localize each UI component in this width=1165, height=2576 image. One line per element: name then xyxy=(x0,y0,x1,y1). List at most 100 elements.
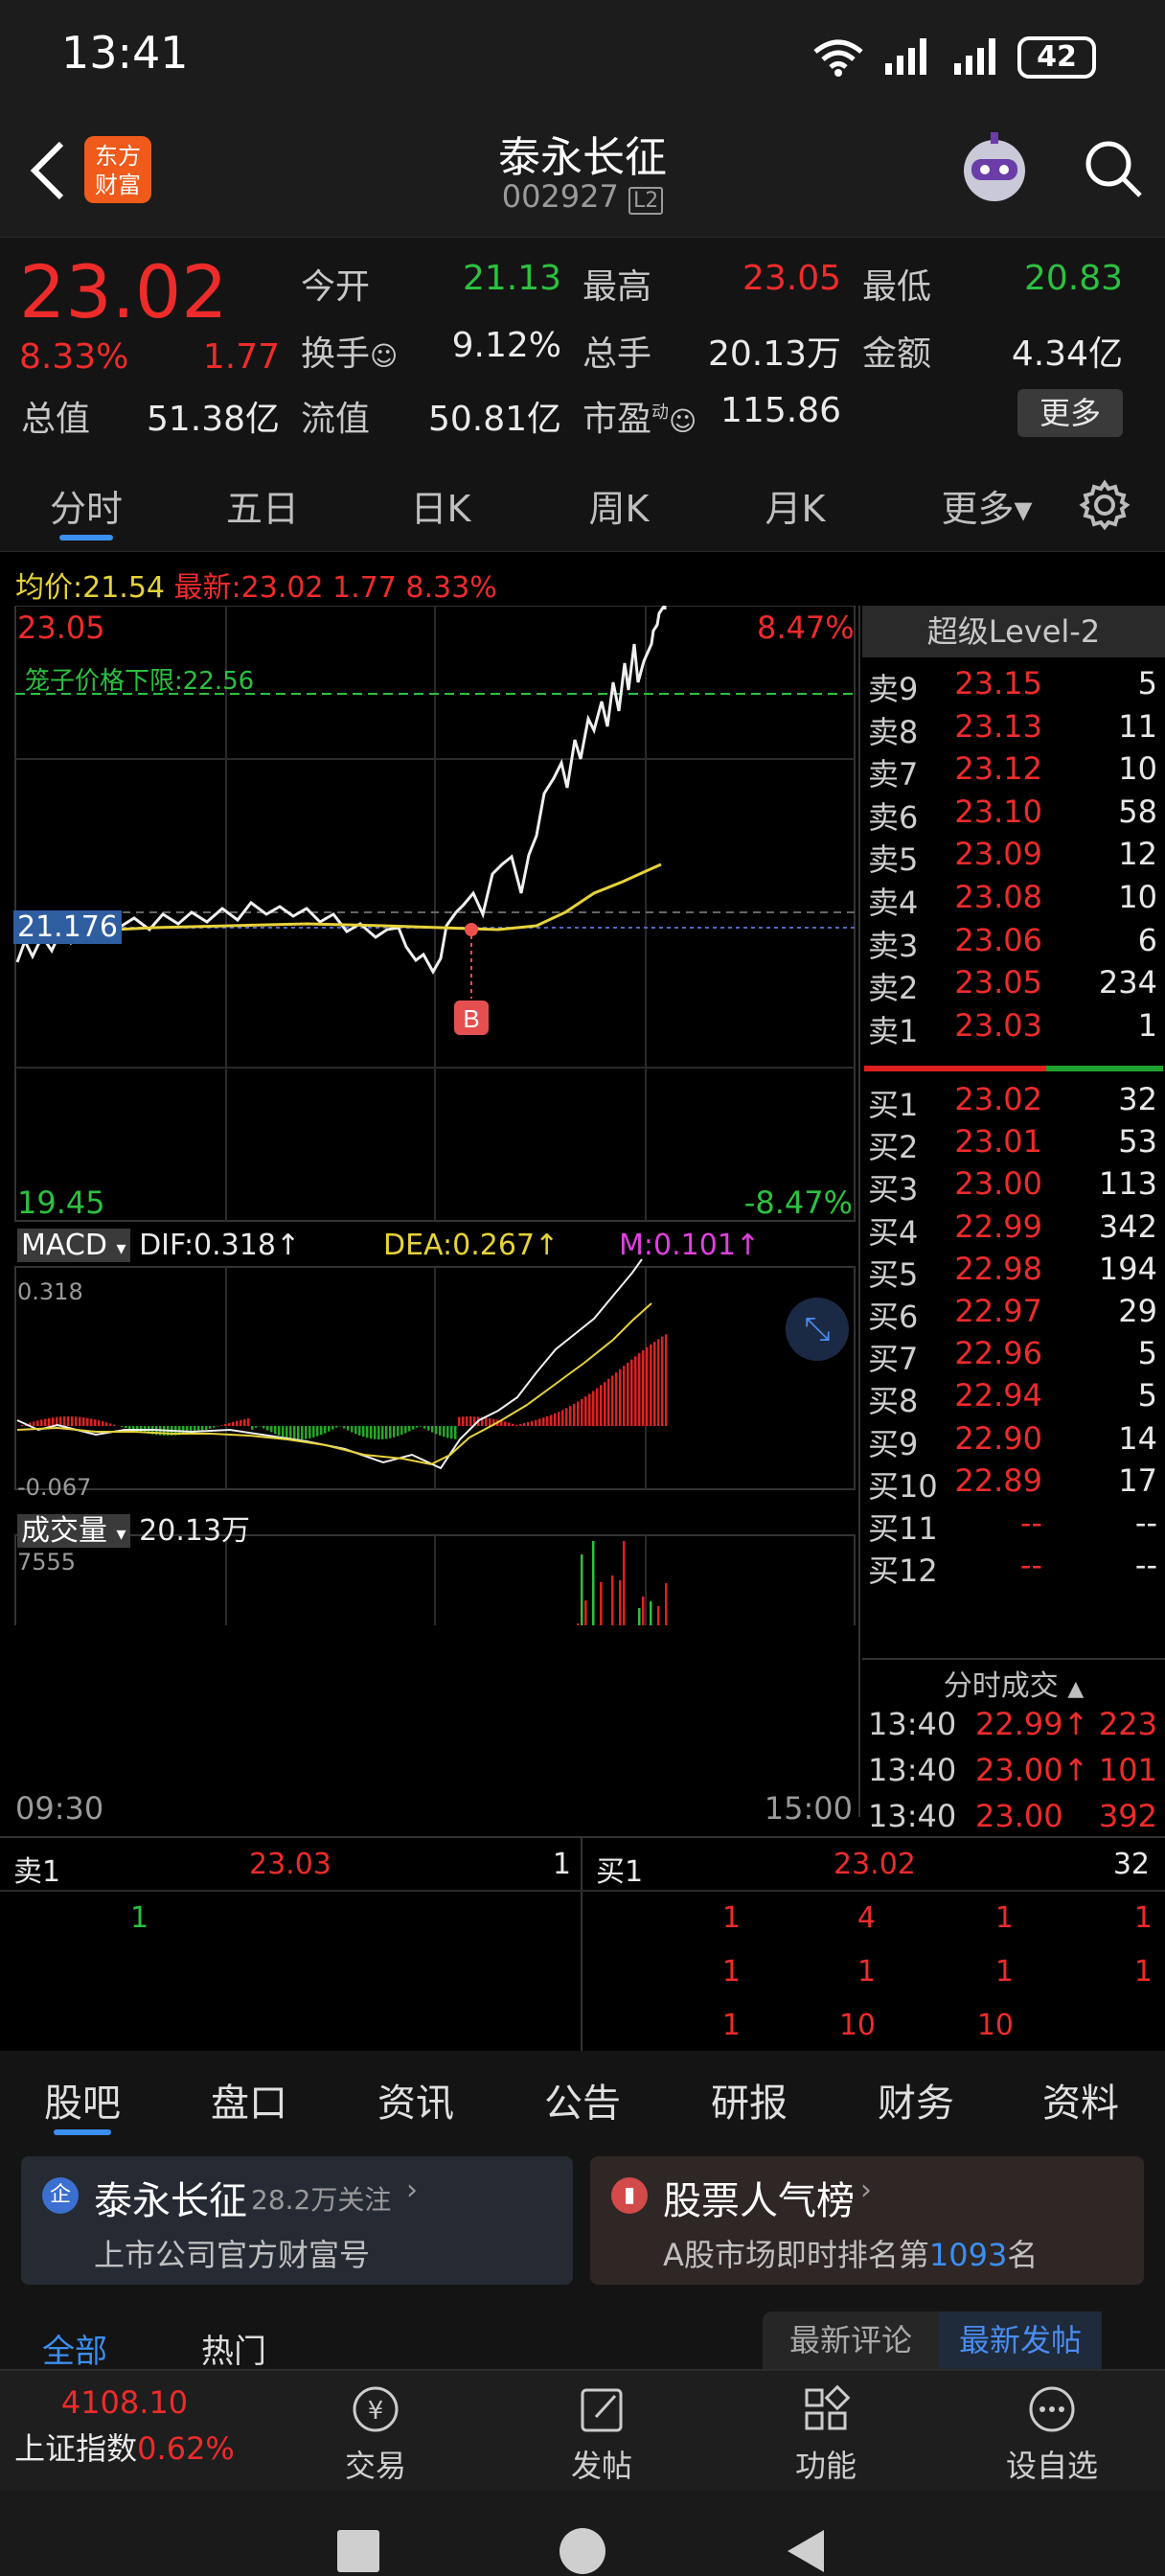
trade-qty: 101 xyxy=(1098,1752,1157,1788)
orderbook-title[interactable]: 超级Level-2 xyxy=(862,606,1165,657)
back-icon[interactable] xyxy=(27,140,69,201)
macd-bar xyxy=(282,1426,285,1438)
bid-level-label: 买8 xyxy=(868,1383,919,1420)
bid-row: 买2 23.01 53 xyxy=(860,1123,1165,1165)
macd-bar xyxy=(358,1426,361,1436)
bid-row: 买6 22.97 29 xyxy=(860,1293,1165,1335)
bid-price: 23.02 xyxy=(954,1081,1042,1117)
queue-buy-order: 10 xyxy=(838,2009,876,2042)
mcap-label: 总值 xyxy=(21,400,91,439)
nav-add-watchlist[interactable]: 设自选 xyxy=(975,2384,1129,2486)
macd-bar xyxy=(638,1353,641,1426)
trade-price: 23.00 xyxy=(975,1798,1063,1834)
bid-row: 买1 23.02 32 xyxy=(860,1081,1165,1123)
macd-bar xyxy=(266,1426,269,1431)
macd-bar xyxy=(512,1423,514,1426)
tab-news[interactable]: 资讯 xyxy=(349,2072,483,2128)
trade-time: 13:40 xyxy=(868,1752,957,1788)
macd-bar xyxy=(627,1362,629,1426)
tab-research[interactable]: 研报 xyxy=(682,2072,816,2128)
tab-five-day[interactable]: 五日 xyxy=(205,479,320,532)
quote-panel: 23.02 8.33% 1.77 今开 21.13 最高 23.05 最低 20… xyxy=(0,238,1165,456)
cursor-price-tag: 21.176 xyxy=(13,910,122,944)
nav-functions[interactable]: 功能 xyxy=(749,2384,902,2486)
expand-icon[interactable]: ⤡ xyxy=(786,1298,849,1361)
bid-row: 买9 22.90 14 xyxy=(860,1420,1165,1462)
chart-top-pct: 8.47% xyxy=(757,610,855,646)
home-button[interactable] xyxy=(560,2528,605,2574)
tab-more[interactable]: 更多▾ xyxy=(920,479,1054,532)
ask-price: 23.09 xyxy=(954,836,1042,873)
tab-daily-k[interactable]: 日K xyxy=(383,479,498,532)
trades-title[interactable]: 分时成交 ▲ xyxy=(860,1662,1165,1704)
wifi-icon xyxy=(813,39,863,77)
volume-selector[interactable]: 成交量 ▾ xyxy=(17,1514,130,1548)
time-end: 15:00 xyxy=(764,1790,853,1827)
macd-bar xyxy=(362,1426,365,1438)
macd-bar xyxy=(420,1426,423,1427)
index-widget[interactable]: 4108.10 上证指数0.62% xyxy=(0,2384,249,2469)
tab-monthly-k[interactable]: 月K xyxy=(738,479,853,532)
logo-text-1: 东方 xyxy=(95,143,141,170)
macd-bar xyxy=(21,1424,24,1426)
recent-apps-button[interactable] xyxy=(337,2530,379,2572)
buy-marker-label: B xyxy=(463,1004,479,1033)
nav-post[interactable]: 发帖 xyxy=(525,2384,678,2486)
nav-post-label: 发帖 xyxy=(570,2448,632,2484)
search-icon[interactable] xyxy=(1083,138,1144,199)
tab-weekly-k[interactable]: 周K xyxy=(561,479,676,532)
queue-buy-order: 1 xyxy=(994,1955,1014,1989)
popularity-card[interactable]: ▮ 股票人气榜 › A股市场即时排名第1093名 xyxy=(590,2156,1144,2285)
chart-top-price: 23.05 xyxy=(17,610,105,646)
turnover-label[interactable]: 换手☺ xyxy=(301,326,398,376)
more-button[interactable]: 更多 xyxy=(1017,389,1123,437)
bid-price: 23.00 xyxy=(954,1165,1042,1203)
back-nav-icon[interactable] xyxy=(784,2528,826,2574)
sort-latest-post[interactable]: 最新发帖 xyxy=(939,2312,1102,2369)
ask-price: 23.05 xyxy=(954,964,1042,1001)
time-start: 09:30 xyxy=(15,1790,104,1827)
macd-bar xyxy=(343,1426,346,1429)
enterprise-badge-icon: 企 xyxy=(42,2177,79,2214)
pe-label[interactable]: 市盈动☺ xyxy=(582,391,697,441)
filter-all[interactable]: 全部 xyxy=(42,2325,107,2372)
macd-bar xyxy=(381,1426,384,1439)
macd-bar xyxy=(623,1366,626,1426)
macd-bar xyxy=(565,1408,568,1426)
bottom-nav: 4108.10 上证指数0.62% ¥ 交易 发帖 功能 设自选 xyxy=(0,2369,1165,2576)
stock-code: 002927 xyxy=(501,178,619,215)
ask-level-label: 卖5 xyxy=(868,841,919,879)
tab-pankou[interactable]: 盘口 xyxy=(182,2072,316,2128)
tab-finance[interactable]: 财务 xyxy=(849,2072,983,2128)
tab-intraday[interactable]: 分时 xyxy=(29,479,144,532)
dif-value: DIF:0.318↑ xyxy=(139,1229,301,1262)
robot-assistant-icon[interactable] xyxy=(954,128,1035,209)
macd-bar xyxy=(312,1426,315,1438)
company-card[interactable]: 企 泰永长征 28.2万关注 › 上市公司官方财富号 xyxy=(21,2156,573,2285)
bid-level-label: 买12 xyxy=(868,1552,938,1590)
macd-selector[interactable]: MACD ▾ xyxy=(17,1229,130,1262)
nav-trade[interactable]: ¥ 交易 xyxy=(299,2384,452,2486)
bid-pressure-bar xyxy=(1046,1066,1163,1071)
macd-bar xyxy=(508,1422,511,1426)
volume-bar xyxy=(577,1623,580,1625)
ask-price: 23.13 xyxy=(954,707,1042,745)
tab-profile[interactable]: 资料 xyxy=(1014,2072,1148,2128)
logo-text-2: 财富 xyxy=(95,172,141,198)
volume-selector-label: 成交量 xyxy=(21,1514,107,1548)
trade-row: 13:40 23.00 392 xyxy=(860,1798,1165,1840)
avg-value: 21.54 xyxy=(82,571,165,605)
macd-bar xyxy=(412,1426,415,1430)
popularity-card-title: 股票人气榜 xyxy=(663,2179,855,2223)
tab-guba[interactable]: 股吧 xyxy=(15,2072,149,2128)
settings-gear-icon[interactable] xyxy=(1079,479,1131,531)
filter-hot[interactable]: 热门 xyxy=(201,2325,266,2372)
tab-announcements[interactable]: 公告 xyxy=(515,2072,650,2128)
macd-bar xyxy=(308,1426,311,1438)
macd-bar xyxy=(596,1388,599,1426)
stock-code-line: 002927 L2 xyxy=(391,178,774,215)
volume-total: 20.13万 xyxy=(139,1514,251,1548)
macd-bar xyxy=(592,1391,595,1426)
intraday-chart-svg[interactable]: B xyxy=(0,606,862,1625)
sort-latest-comment[interactable]: 最新评论 xyxy=(763,2312,939,2369)
